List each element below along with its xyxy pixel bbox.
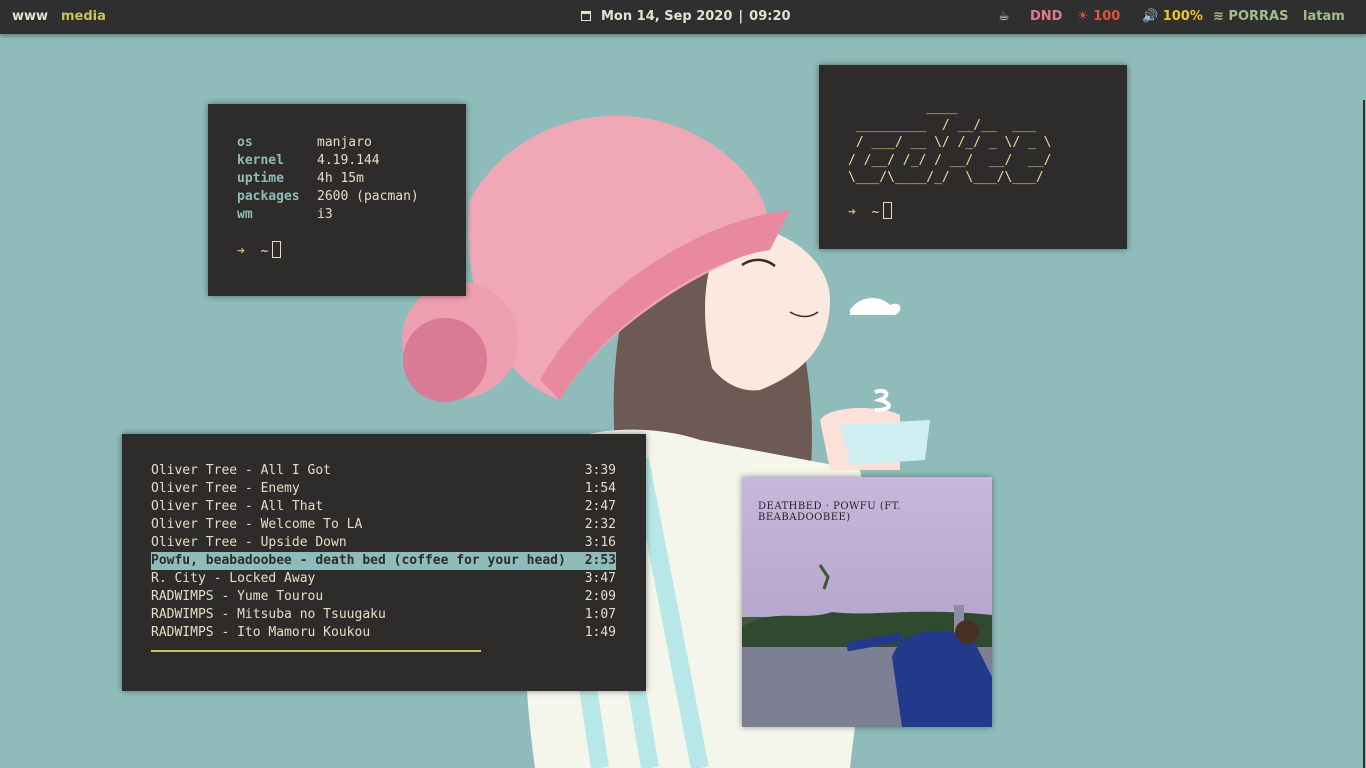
playlist-track[interactable]: Oliver Tree - All I Got 3:39 [151,462,616,480]
track-title: Oliver Tree - All I Got [151,463,332,478]
track-title: R. City - Locked Away [151,571,316,586]
track-duration: 1:54 [584,481,616,496]
playlist-track[interactable]: RADWIMPS - Ito Mamoru Koukou 1:49 [151,624,616,642]
info-key: kernel [237,153,284,168]
prompt-dir: ~ [871,205,880,220]
speaker-icon: 🔊 [1142,9,1163,24]
workspace-media[interactable]: media [61,9,106,24]
wifi-icon: ≋ [1213,9,1229,24]
track-duration: 2:47 [584,499,616,514]
dnd-toggle[interactable]: DND [1030,9,1062,24]
playlist-track[interactable]: Oliver Tree - Upside Down 3:16 [151,534,616,552]
keyboard-layout[interactable]: latam [1303,9,1345,24]
album-art: DEATHBED · POWFU (FT. BEABADOOBEE) [742,477,992,727]
track-title: Powfu, beabadoobee - death bed (coffee f… [151,553,566,568]
info-value: i3 [317,207,333,222]
track-duration: 2:09 [584,589,616,604]
info-row: uptime 4h 15m [237,170,364,188]
info-key: os [237,135,253,150]
prompt-dir: ~ [260,244,269,259]
track-title: Oliver Tree - Enemy [151,481,300,496]
prompt-arrow-icon: ➜ [237,244,245,259]
track-title: RADWIMPS - Mitsuba no Tsuugaku [151,607,386,622]
track-duration: 2:32 [584,517,616,532]
calendar-icon [581,11,591,21]
workspace-www[interactable]: www [12,9,48,24]
playlist-track[interactable]: RADWIMPS - Yume Tourou 2:09 [151,588,616,606]
separator: | [738,9,744,24]
clock[interactable]: Mon 14, Sep 2020 | 09:20 [581,9,791,24]
playlist-track[interactable]: R. City - Locked Away 3:47 [151,570,616,588]
track-duration: 3:16 [584,535,616,550]
info-key: packages [237,189,300,204]
track-title: Oliver Tree - Welcome To LA [151,517,363,532]
track-duration: 1:07 [584,607,616,622]
info-row: kernel 4.19.144 [237,152,380,170]
brightness-value: 100 [1093,9,1121,24]
info-row: wm i3 [237,206,333,224]
info-value: 2600 (pacman) [317,189,419,204]
status-bar: www media Mon 14, Sep 2020 | 09:20 ☕ DND ☀… [0,0,1366,34]
playlist-track[interactable]: Oliver Tree - Welcome To LA 2:32 [151,516,616,534]
info-value: 4.19.144 [317,153,380,168]
track-title: RADWIMPS - Ito Mamoru Koukou [151,625,371,640]
track-title: Oliver Tree - All That [151,499,324,514]
coffee-cup-icon[interactable]: ☕ [998,9,1010,24]
music-player[interactable]: Oliver Tree - All I Got 3:39 Oliver Tree … [122,434,646,691]
playlist-track[interactable]: Oliver Tree - All That 2:47 [151,498,616,516]
sun-icon: ☀ [1077,9,1094,24]
playlist-track-playing[interactable]: Powfu, beabadoobee - death bed (coffee f… [151,552,616,570]
track-duration: 1:49 [584,625,616,640]
track-duration: 2:53 [584,553,616,568]
playlist-track[interactable]: RADWIMPS - Mitsuba no Tsuugaku 1:07 [151,606,616,624]
progress-bar[interactable] [151,650,481,652]
playlist-track[interactable]: Oliver Tree - Enemy 1:54 [151,480,616,498]
prompt-arrow-icon: ➜ [848,205,856,220]
track-title: Oliver Tree - Upside Down [151,535,347,550]
info-key: wm [237,207,253,222]
volume-value: 100% [1162,9,1203,24]
info-value: 4h 15m [317,171,364,186]
shell-prompt[interactable]: ➜ ~ [848,202,893,222]
network-indicator[interactable]: ≋ PORRAS [1213,9,1288,24]
fetch-terminal[interactable]: os manjaro kernel 4.19.144 uptime 4h 15m pa… [208,104,466,296]
volume-indicator[interactable]: 🔊 100% [1142,9,1203,24]
info-value: manjaro [317,135,372,150]
info-key: uptime [237,171,284,186]
shell-prompt[interactable]: ➜ ~ [237,241,282,261]
text-cursor [883,202,893,219]
album-caption: DEATHBED · POWFU (FT. BEABADOOBEE) [758,501,902,523]
track-title: RADWIMPS - Yume Tourou [151,589,324,604]
ascii-art: ____ _________ / __/__ ___ / ___/ __ \/ … [848,100,1052,185]
track-duration: 3:47 [584,571,616,586]
brightness-indicator[interactable]: ☀ 100 [1077,9,1120,24]
time-label: 09:20 [749,9,791,24]
info-row: os manjaro [237,134,372,152]
date-label: Mon 14, Sep 2020 [601,9,733,24]
text-cursor [272,241,282,258]
network-name: PORRAS [1228,9,1289,24]
track-duration: 3:39 [584,463,616,478]
info-row: packages 2600 (pacman) [237,188,419,206]
ascii-terminal[interactable]: ____ _________ / __/__ ___ / ___/ __ \/ … [819,65,1127,249]
